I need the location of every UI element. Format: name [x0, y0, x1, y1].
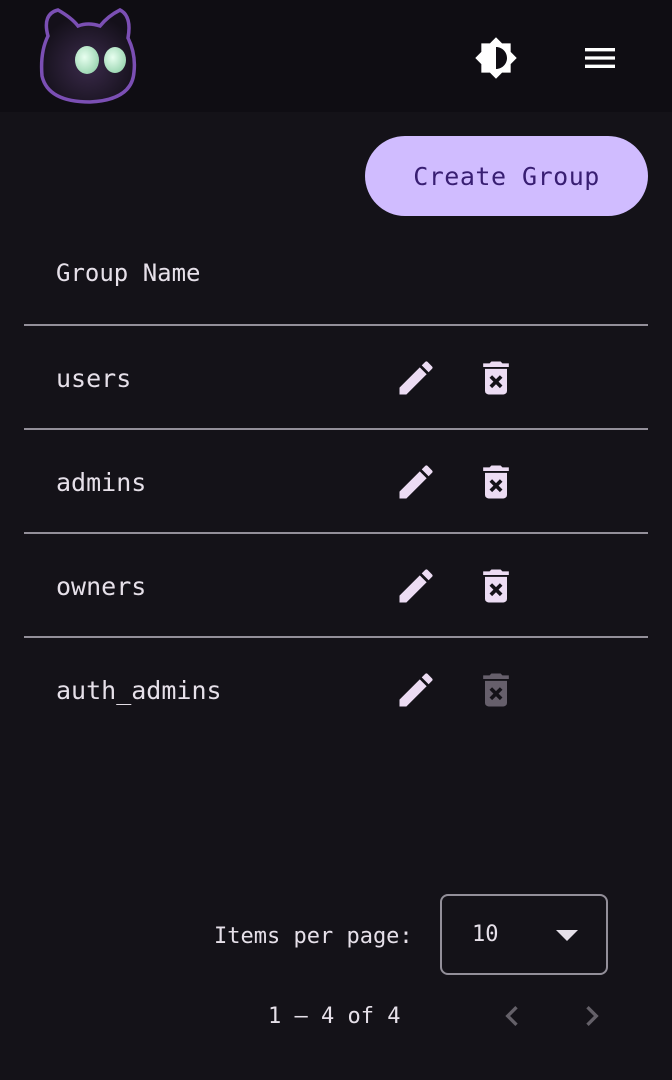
pencil-icon [399, 361, 433, 395]
group-name-cell: admins [56, 467, 147, 497]
group-name-cell: auth_admins [56, 675, 222, 705]
top-app-bar [0, 0, 672, 112]
dropdown-arrow-icon [556, 930, 578, 941]
pencil-icon [399, 465, 433, 499]
chevron-right-icon [586, 1006, 599, 1026]
table-row: users [24, 326, 648, 430]
delete-button[interactable] [468, 560, 524, 612]
edit-button[interactable] [388, 664, 444, 716]
pencil-icon [399, 569, 433, 603]
contrast-icon [475, 37, 517, 79]
edit-button[interactable] [388, 560, 444, 612]
items-per-page-label: Items per page: [214, 923, 413, 949]
delete-button[interactable] [468, 352, 524, 404]
menu-button[interactable] [574, 32, 626, 84]
delete-button[interactable] [468, 456, 524, 508]
trash-x-icon [483, 673, 509, 707]
group-name-cell: users [56, 363, 132, 393]
trash-x-icon [483, 361, 509, 395]
groups-table: Group Name users admins owners auth_admi… [24, 222, 648, 742]
group-name-cell: owners [56, 571, 147, 601]
items-per-page-select[interactable]: 10 [440, 894, 608, 975]
column-header-group-name: Group Name [56, 259, 201, 287]
trash-x-icon [483, 465, 509, 499]
theme-toggle-button[interactable] [470, 32, 522, 84]
table-row: owners [24, 534, 648, 638]
next-page-button[interactable] [572, 996, 612, 1036]
items-per-page-value: 10 [472, 922, 499, 947]
chevron-left-icon [505, 1006, 518, 1026]
trash-x-icon [483, 569, 509, 603]
table-row: auth_admins [24, 638, 648, 742]
table-row: admins [24, 430, 648, 534]
cat-logo-icon[interactable] [38, 6, 138, 106]
create-group-button[interactable]: Create Group [365, 136, 648, 216]
delete-button-disabled [468, 664, 524, 716]
pagination-range-label: 1 – 4 of 4 [268, 1003, 401, 1029]
hamburger-menu-icon [585, 48, 615, 68]
pencil-icon [399, 673, 433, 707]
previous-page-button[interactable] [492, 996, 532, 1036]
table-header: Group Name [24, 222, 648, 326]
edit-button[interactable] [388, 352, 444, 404]
edit-button[interactable] [388, 456, 444, 508]
